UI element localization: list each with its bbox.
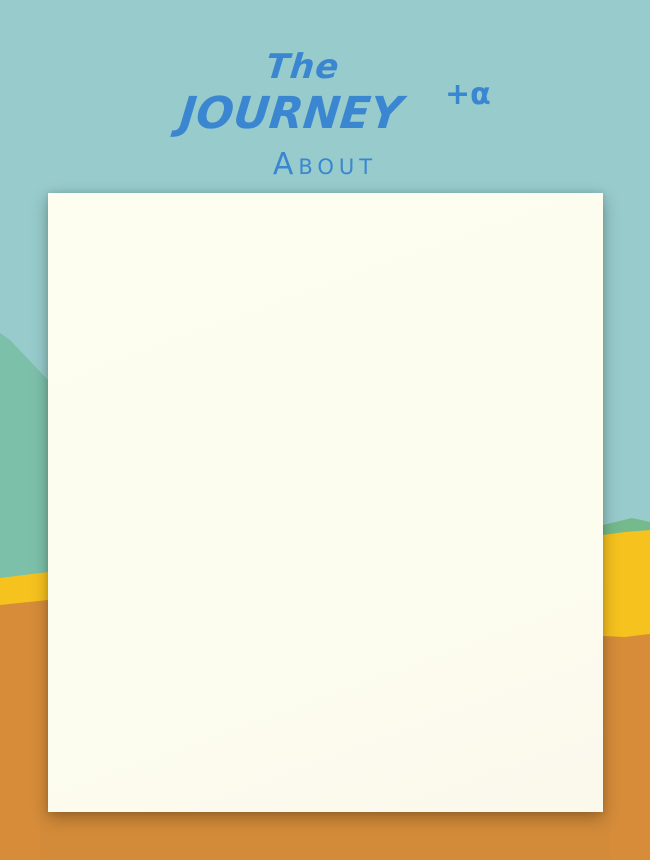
bottom-ground [40, 810, 610, 860]
page-title: About [272, 147, 378, 182]
right-ground [603, 634, 650, 860]
logo-the-text: The [263, 47, 342, 87]
right-sand [603, 530, 650, 640]
logo-plus-alpha-text: +α [445, 77, 491, 112]
about-content-panel [48, 193, 603, 812]
game-screen: The JOURNEY +α About [0, 0, 650, 860]
left-hill [0, 333, 48, 610]
logo-journey-text: JOURNEY [177, 88, 405, 139]
